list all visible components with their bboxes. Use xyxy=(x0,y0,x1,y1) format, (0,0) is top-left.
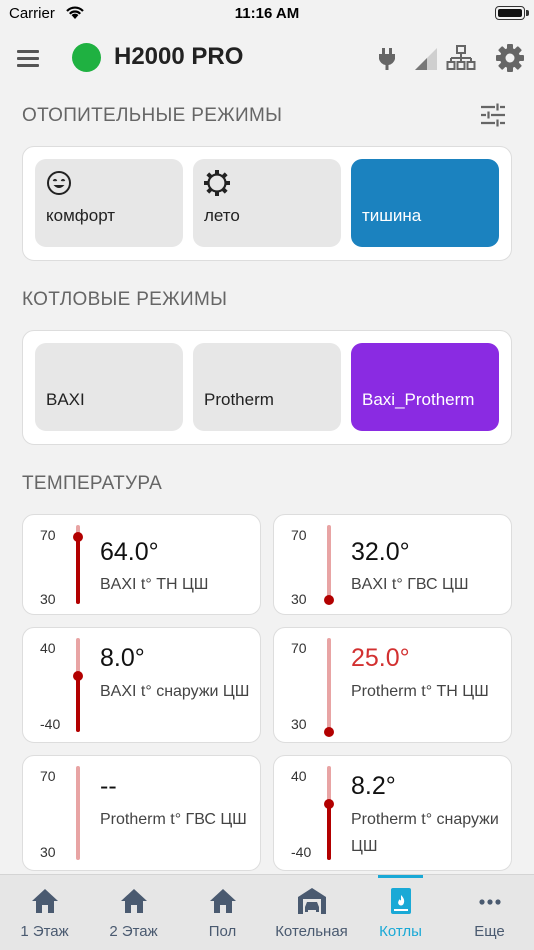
tab-label: Еще xyxy=(474,923,505,940)
sensor-max: 40 xyxy=(291,768,307,784)
sensor-min: 30 xyxy=(291,591,307,607)
garage-icon xyxy=(298,888,326,914)
battery-icon xyxy=(495,6,529,20)
clock: 11:16 AM xyxy=(234,5,300,22)
boiler-mode-baxi-protherm[interactable]: Baxi_Protherm xyxy=(351,343,499,431)
tab-floor-1[interactable]: 1 Этаж xyxy=(0,875,89,950)
sensor-card[interactable]: 70 30 64.0° BAXI t° ТН ЦШ xyxy=(22,514,261,615)
plug-icon[interactable] xyxy=(372,43,402,73)
boiler-icon xyxy=(391,888,411,914)
sensor-card[interactable]: 70 30 25.0° Protherm t° ТН ЦШ xyxy=(273,627,512,743)
thermometer-bulb xyxy=(324,595,334,606)
sensor-value: 25.0° xyxy=(351,644,410,672)
sensor-name: BAXI t° ГВС ЦШ xyxy=(351,576,469,593)
home-icon xyxy=(32,889,58,913)
boiler-mode-label: Protherm xyxy=(204,390,274,409)
sensor-max: 70 xyxy=(291,640,307,656)
sensor-max: 40 xyxy=(40,640,56,656)
thermometer-fill xyxy=(76,675,80,732)
thermometer-track xyxy=(327,525,331,604)
sensor-value: 64.0° xyxy=(100,538,159,566)
network-icon[interactable] xyxy=(446,43,476,73)
heating-mode-summer[interactable]: лето xyxy=(193,159,341,247)
status-bar: Carrier 11:16 AM xyxy=(0,0,534,28)
heating-mode-silence[interactable]: тишина xyxy=(351,159,499,247)
tab-label: 2 Этаж xyxy=(109,923,158,940)
heating-modes-title: ОТОПИТЕЛЬНЫЕ РЕЖИМЫ xyxy=(22,105,283,126)
sensor-card[interactable]: 70 30 32.0° BAXI t° ГВС ЦШ xyxy=(273,514,512,615)
sun-icon xyxy=(204,170,230,196)
tab-label: Пол xyxy=(208,923,237,940)
sensor-name: BAXI t° ТН ЦШ xyxy=(100,576,209,593)
tab-boilers[interactable]: Котлы xyxy=(356,875,445,950)
thermometer-track xyxy=(76,766,80,860)
tab-more[interactable]: Еще xyxy=(445,875,534,950)
sensor-min: 30 xyxy=(40,844,56,860)
heating-mode-label: лето xyxy=(204,206,240,225)
heating-mode-comfort[interactable]: комфорт xyxy=(35,159,183,247)
sensor-max: 70 xyxy=(40,527,56,543)
home-icon xyxy=(121,889,147,913)
sensor-name: Protherm t° снаружи ЦШ xyxy=(351,811,499,855)
tune-icon[interactable] xyxy=(478,100,508,130)
sensor-name: Protherm t° ТН ЦШ xyxy=(351,683,489,700)
sensor-value: 32.0° xyxy=(351,538,410,566)
thermometer-bulb xyxy=(324,798,334,809)
boiler-mode-baxi[interactable]: BAXI xyxy=(35,343,183,431)
sensor-value: -- xyxy=(100,772,117,800)
thermometer-fill xyxy=(327,803,331,860)
sensor-value: 8.2° xyxy=(351,772,396,800)
menu-icon[interactable] xyxy=(14,44,42,72)
thermometer-track xyxy=(327,638,331,732)
device-title: H2000 PRO xyxy=(114,43,244,70)
boiler-mode-protherm[interactable]: Protherm xyxy=(193,343,341,431)
tab-label: 1 Этаж xyxy=(20,923,69,940)
app-bar: H2000 PRO xyxy=(0,30,534,86)
sensor-name: BAXI t° снаружи ЦШ xyxy=(100,683,250,700)
thermometer-bulb xyxy=(324,727,334,737)
boiler-mode-label: Baxi_Protherm xyxy=(362,390,475,409)
heating-mode-label: комфорт xyxy=(46,206,116,225)
tab-label: Котлы xyxy=(379,923,422,940)
sensor-value: 8.0° xyxy=(100,644,145,672)
sensor-card[interactable]: 70 30 -- Protherm t° ГВС ЦШ xyxy=(22,755,261,871)
settings-gear-icon[interactable] xyxy=(495,43,525,73)
tab-floor-heating[interactable]: Пол xyxy=(178,875,267,950)
sensor-min: -40 xyxy=(40,716,61,732)
sensor-min: 30 xyxy=(40,591,56,607)
smile-icon xyxy=(47,171,71,195)
temperature-title: ТЕМПЕРАТУРА xyxy=(22,473,163,494)
signal-icon xyxy=(415,48,437,70)
tab-label: Котельная xyxy=(275,923,348,940)
heating-mode-label: тишина xyxy=(362,206,422,225)
bottom-tab-bar: 1 Этаж 2 Этаж Пол Котельная Котлы Еще xyxy=(0,874,534,950)
sensor-name: Protherm t° ГВС ЦШ xyxy=(100,811,247,828)
sensor-max: 70 xyxy=(40,768,56,784)
sensor-min: -40 xyxy=(291,844,312,860)
tab-boiler-room[interactable]: Котельная xyxy=(267,875,356,950)
active-tab-indicator xyxy=(378,875,423,878)
boiler-modes-card: BAXI Protherm Baxi_Protherm xyxy=(22,330,512,445)
tab-floor-2[interactable]: 2 Этаж xyxy=(89,875,178,950)
sensor-card[interactable]: 40 -40 8.0° BAXI t° снаружи ЦШ xyxy=(22,627,261,743)
thermometer-bulb xyxy=(73,531,83,542)
boiler-mode-label: BAXI xyxy=(46,390,85,409)
more-icon xyxy=(479,899,501,905)
sensor-card[interactable]: 40 -40 8.2° Protherm t° снаружи ЦШ xyxy=(273,755,512,871)
sensor-max: 70 xyxy=(291,527,307,543)
heating-modes-card: комфорт лето тишина xyxy=(22,146,512,261)
boiler-modes-title: КОТЛОВЫЕ РЕЖИМЫ xyxy=(22,289,228,310)
thermometer-bulb xyxy=(73,670,83,681)
online-status-dot xyxy=(72,43,101,72)
sensor-min: 30 xyxy=(291,716,307,732)
thermometer-fill xyxy=(76,536,80,604)
home-icon xyxy=(210,889,236,913)
